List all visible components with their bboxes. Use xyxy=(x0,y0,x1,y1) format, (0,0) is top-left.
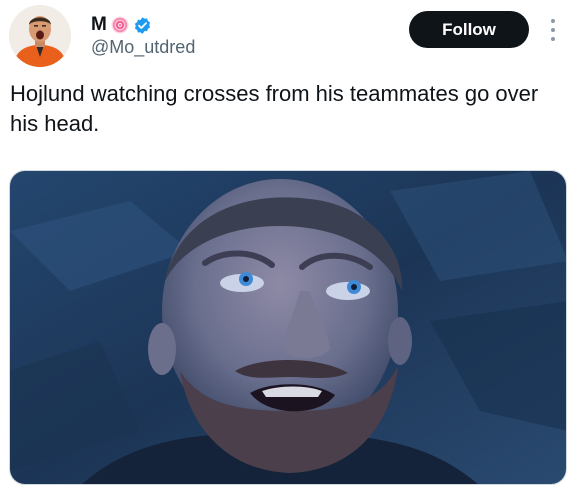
more-dot xyxy=(551,28,555,32)
author-handle[interactable]: @Mo_utdred xyxy=(91,36,195,58)
lollipop-emoji-icon xyxy=(110,15,130,35)
follow-button[interactable]: Follow xyxy=(409,11,529,48)
tweet-text: Hojlund watching crosses from his teamma… xyxy=(10,81,539,136)
tweet-card: M @Mo_utdred Follow Hojlund watching cro… xyxy=(0,0,579,495)
author-display-name[interactable]: M xyxy=(91,14,107,36)
media-photo xyxy=(10,171,566,484)
more-options-icon[interactable] xyxy=(546,17,560,43)
tweet-media[interactable] xyxy=(9,170,567,485)
more-dot xyxy=(551,37,555,41)
more-dot xyxy=(551,19,555,23)
author-name-row: M xyxy=(91,14,152,36)
verified-badge-icon xyxy=(133,16,152,35)
avatar[interactable] xyxy=(9,5,71,67)
avatar-image xyxy=(9,5,71,67)
